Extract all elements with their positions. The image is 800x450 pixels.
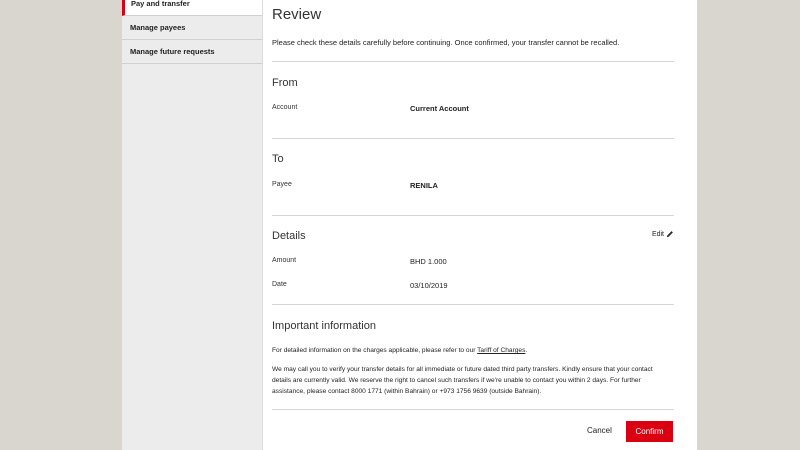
details-section-title: Details <box>272 230 306 242</box>
divider <box>272 304 674 305</box>
divider <box>272 138 674 139</box>
confirm-button[interactable]: Confirm <box>626 421 673 442</box>
divider <box>272 61 674 62</box>
edit-label: Edit <box>651 230 664 238</box>
review-panel: Review Please check these details carefu… <box>272 0 674 450</box>
sidebar: Pay and transfer Manage payees Manage fu… <box>122 0 263 450</box>
charges-info-text: For detailed information on the charges … <box>272 345 672 356</box>
charges-info-suffix: . <box>525 347 528 354</box>
charges-info-prefix: For detailed information on the charges … <box>272 347 478 354</box>
divider <box>272 215 674 216</box>
account-value: Current Account <box>410 104 469 113</box>
amount-label: Amount <box>272 257 297 264</box>
payee-value: RENILA <box>410 181 438 190</box>
page-title: Review <box>272 6 322 23</box>
date-value: 03/10/2019 <box>410 281 448 290</box>
verification-info-text: We may call you to verify your transfer … <box>272 366 653 395</box>
divider <box>272 409 674 410</box>
cancel-button[interactable]: Cancel <box>587 421 612 441</box>
review-intro-text: Please check these details carefully bef… <box>272 38 620 47</box>
payee-label: Payee <box>272 181 292 188</box>
sidebar-item-label: Manage payees <box>130 23 186 32</box>
sidebar-item-manage-payees[interactable]: Manage payees <box>122 16 262 40</box>
sidebar-item-pay-and-transfer[interactable]: Pay and transfer <box>122 0 262 16</box>
from-section-title: From <box>272 77 298 89</box>
amount-value: BHD 1.000 <box>410 257 447 266</box>
sidebar-item-label: Manage future requests <box>130 47 215 56</box>
tariff-of-charges-link[interactable]: Tariff of Charges <box>477 347 525 354</box>
to-section-title: To <box>272 153 284 165</box>
pencil-icon <box>666 231 673 238</box>
important-info-title: Important information <box>272 320 376 332</box>
account-label: Account <box>272 104 298 111</box>
sidebar-item-manage-future-requests[interactable]: Manage future requests <box>122 40 262 64</box>
date-label: Date <box>272 281 287 288</box>
edit-details-button[interactable]: Edit <box>652 230 674 238</box>
sidebar-item-label: Pay and transfer <box>131 0 190 8</box>
